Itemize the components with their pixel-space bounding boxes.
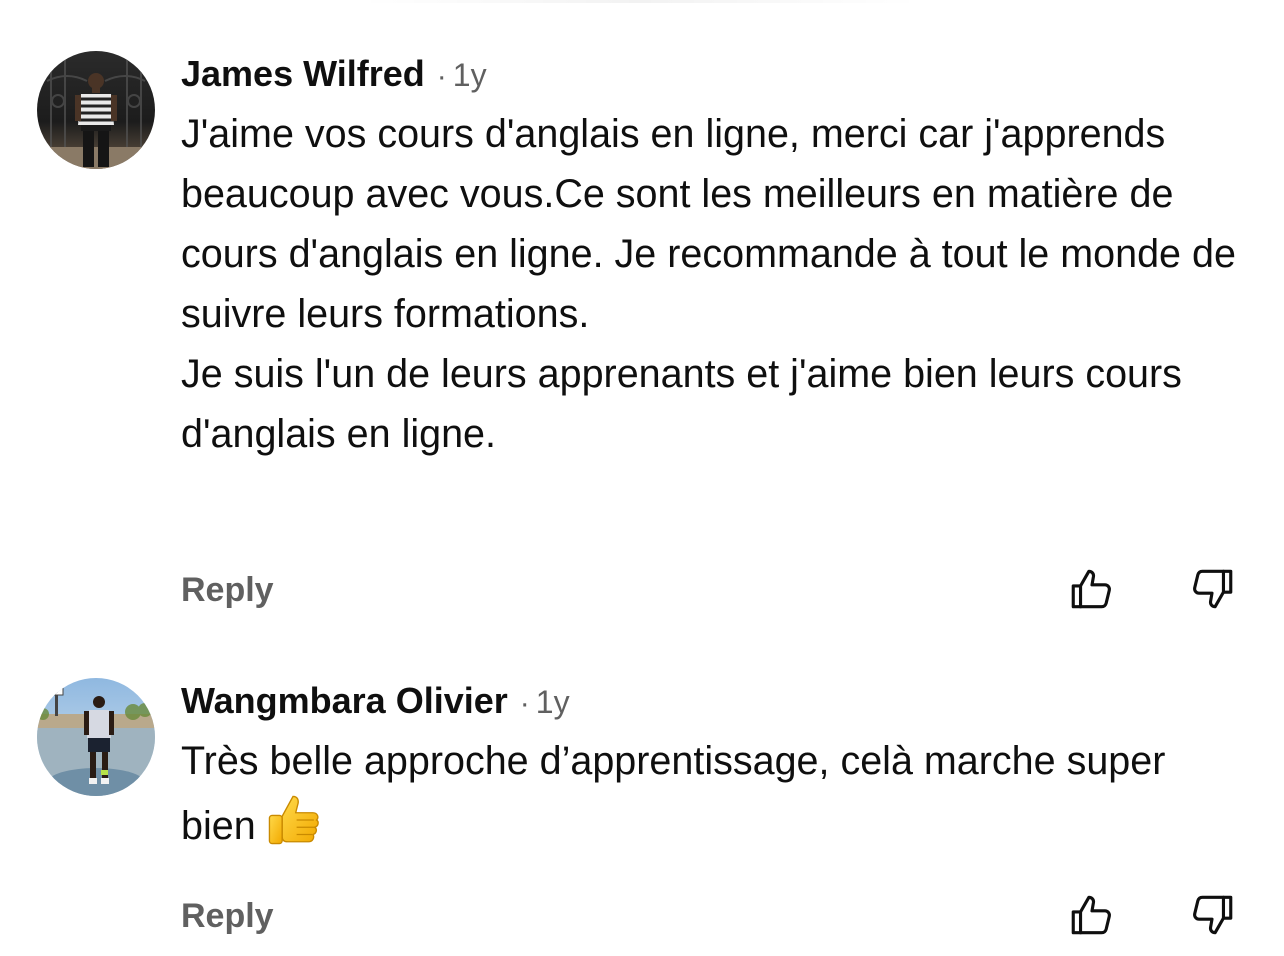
comment-text-body: Très belle approche d’apprentissage, cel… <box>181 739 1166 848</box>
avatar[interactable] <box>37 678 155 796</box>
thumbs-down-icon[interactable] <box>1187 890 1237 940</box>
author-name[interactable]: James Wilfred <box>181 53 425 94</box>
comment-item: Wangmbara Olivier · 1y Très belle approche… <box>0 640 1284 956</box>
avatar[interactable] <box>37 51 155 169</box>
comment-meta: James Wilfred · 1y <box>181 54 487 102</box>
thumbs-down-icon[interactable] <box>1187 564 1237 614</box>
avatar-photo <box>37 51 155 169</box>
thumbs-up-icon[interactable] <box>1067 890 1117 940</box>
timestamp[interactable]: 1y <box>453 57 487 93</box>
timestamp[interactable]: 1y <box>536 684 570 720</box>
thumbs-up-emoji-icon <box>264 791 322 849</box>
thumbs-up-icon[interactable] <box>1067 564 1117 614</box>
author-name[interactable]: Wangmbara Olivier <box>181 680 508 721</box>
meta-separator: · <box>519 687 530 720</box>
comment-item: James Wilfred · 1y J'aime vos cours d'angl… <box>0 0 1284 640</box>
meta-separator: · <box>436 60 447 93</box>
avatar-photo <box>37 678 155 796</box>
comment-text: Très belle approche d’apprentissage, cel… <box>181 731 1241 856</box>
comment-meta: Wangmbara Olivier · 1y <box>181 681 570 729</box>
reply-button[interactable]: Reply <box>181 896 274 936</box>
comment-text: J'aime vos cours d'anglais en ligne, mer… <box>181 112 1236 456</box>
reply-button[interactable]: Reply <box>181 570 274 610</box>
